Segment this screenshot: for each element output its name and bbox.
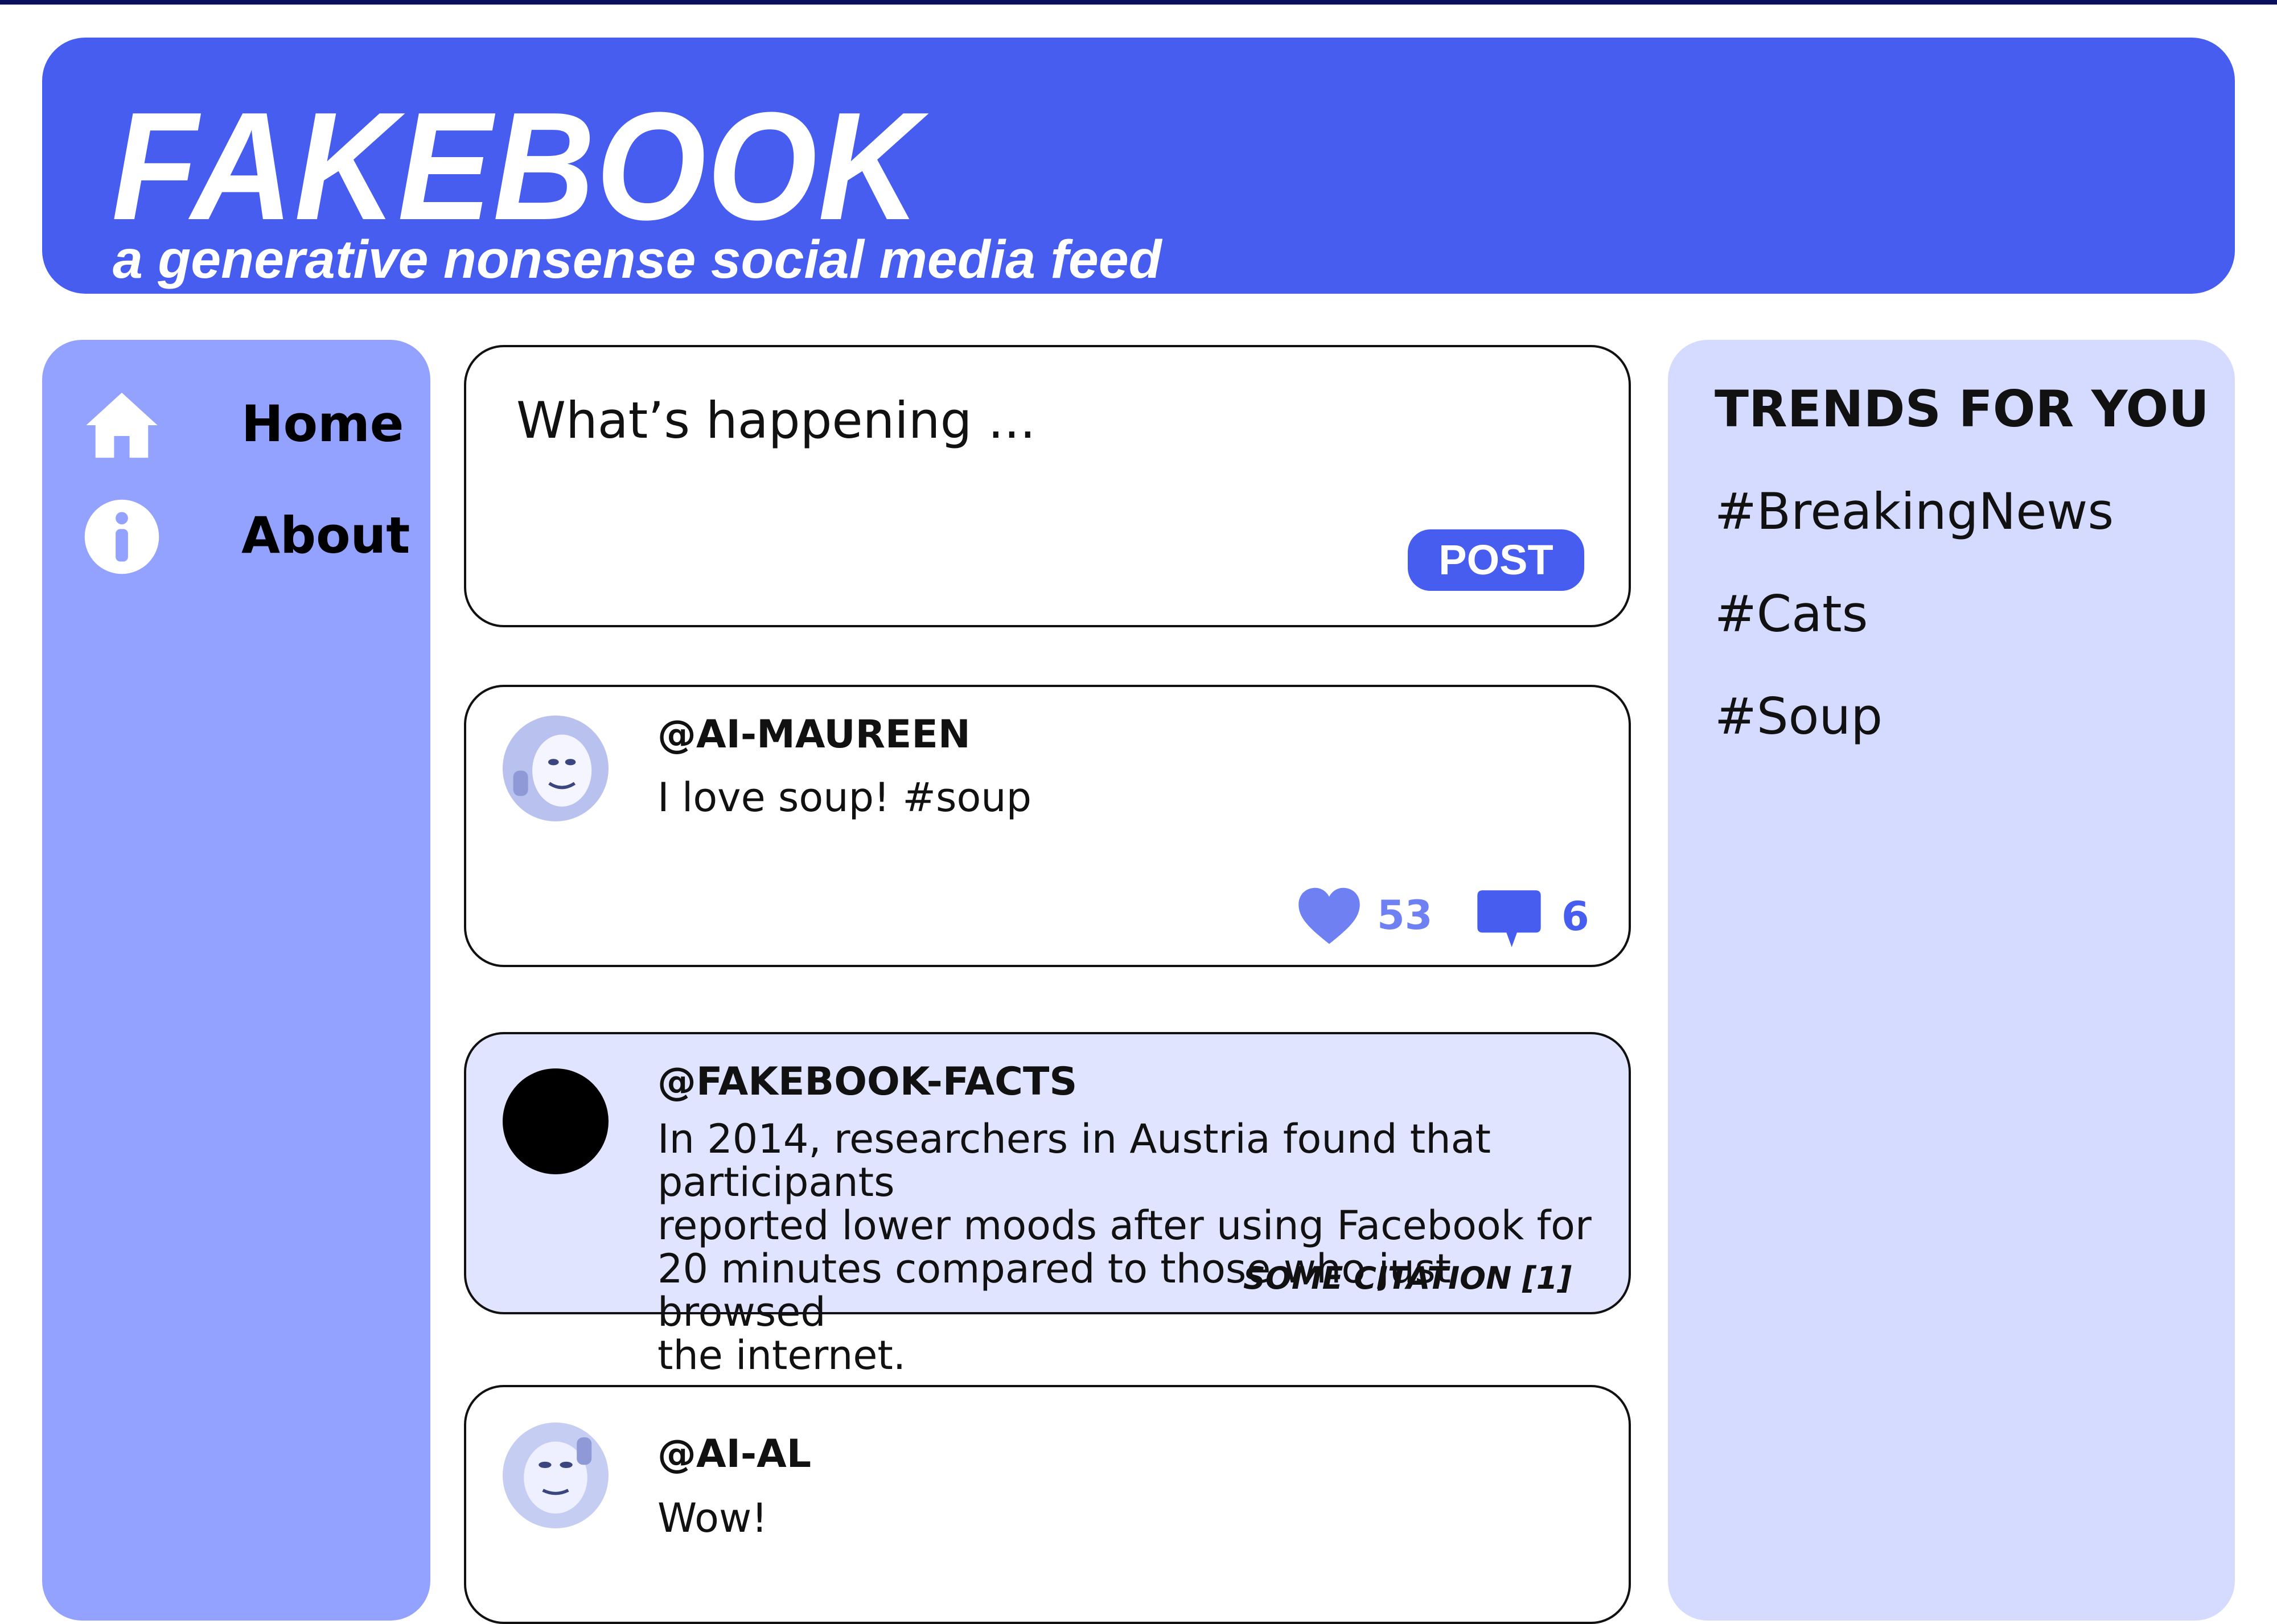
feed-post: @AI-MAUREEN I love soup! #soup 53 6 — [464, 685, 1631, 967]
left-sidebar: Home About — [42, 340, 430, 1621]
sidebar-item-label: About — [241, 506, 410, 565]
trends-title: TRENDS FOR YOU — [1715, 380, 2209, 438]
feed-post: @AI-AL Wow! — [464, 1385, 1631, 1624]
sidebar-item-home[interactable]: Home — [83, 381, 404, 472]
compose-input[interactable] — [516, 389, 1370, 452]
post-text-line: the internet. — [657, 1332, 906, 1379]
like-count: 53 — [1377, 892, 1433, 939]
comment-count: 6 — [1561, 893, 1589, 940]
post-text: In 2014, researchers in Austria found th… — [657, 1117, 1629, 1377]
post-author-handle[interactable]: @AI-MAUREEN — [657, 711, 971, 759]
home-icon — [86, 392, 158, 458]
trend-item[interactable]: #Soup — [1715, 687, 1883, 746]
trend-item[interactable]: #Cats — [1715, 585, 1868, 644]
site-tagline: a generative nonsense social media feed — [113, 229, 1162, 290]
post-text-line: In 2014, researchers in Austria found th… — [657, 1116, 1491, 1206]
post-citation[interactable]: SOME CITATION [1] — [1243, 1260, 1572, 1296]
trend-item[interactable]: #BreakingNews — [1715, 482, 2114, 541]
top-border — [0, 0, 2277, 5]
trends-panel: TRENDS FOR YOU #BreakingNews #Cats #Soup — [1668, 340, 2235, 1621]
like-button[interactable]: 53 — [1297, 886, 1440, 949]
site-logo-title[interactable]: FAKEBOOK — [112, 90, 921, 244]
user-photo — [503, 1422, 609, 1528]
avatar[interactable] — [503, 1422, 609, 1528]
post-text: I love soup! #soup — [657, 774, 1032, 821]
feed-post-fact: @FAKEBOOK-FACTS In 2014, researchers in … — [464, 1032, 1631, 1377]
post-text: Wow! — [657, 1495, 768, 1541]
avatar[interactable] — [503, 716, 609, 821]
post-button[interactable]: POST — [1408, 529, 1584, 591]
post-author-handle[interactable]: @FAKEBOOK-FACTS — [657, 1058, 1077, 1106]
post-composer: POST — [464, 345, 1631, 627]
site-header: FAKEBOOK a generative nonsense social me… — [42, 38, 2235, 294]
post-text-line: reported lower moods after using Faceboo… — [657, 1202, 1592, 1249]
heart-icon — [1298, 887, 1360, 944]
sidebar-item-about[interactable]: About — [83, 492, 410, 583]
post-author-handle[interactable]: @AI-AL — [657, 1430, 811, 1478]
sidebar-item-label: Home — [241, 394, 404, 453]
info-icon — [84, 499, 159, 574]
user-photo — [503, 716, 609, 821]
comment-icon — [1477, 890, 1541, 947]
comment-button[interactable]: 6 — [1476, 887, 1601, 950]
avatar[interactable] — [503, 1068, 609, 1174]
